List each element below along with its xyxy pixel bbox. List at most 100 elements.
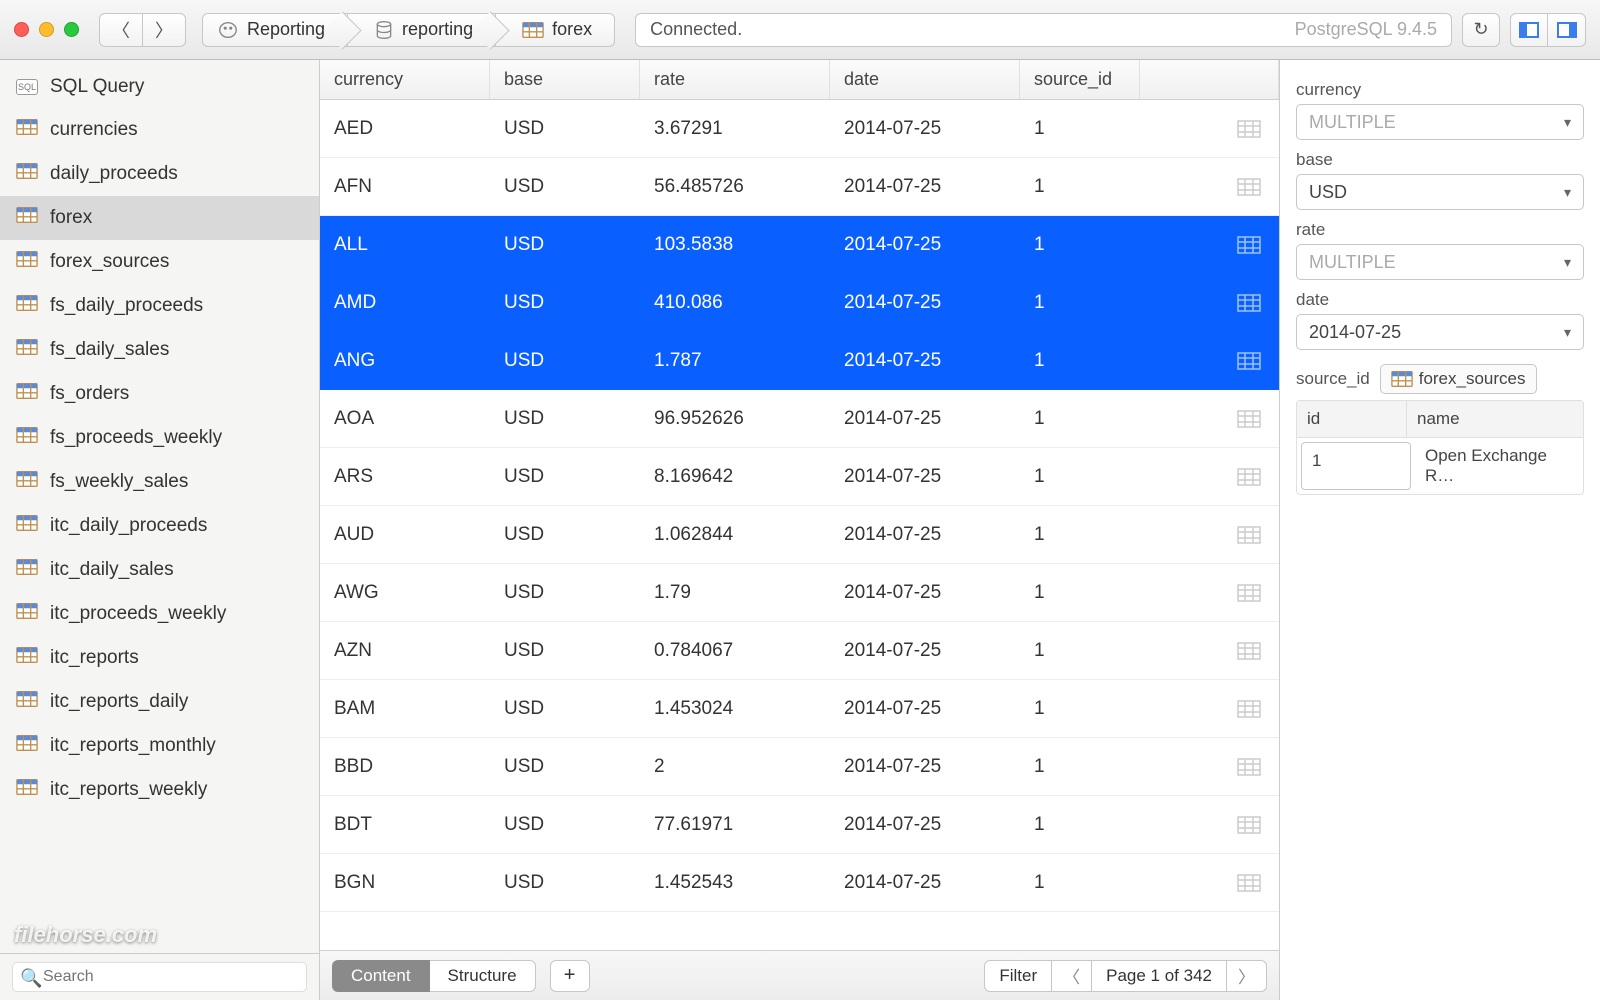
page-indicator[interactable]: Page 1 of 342 [1092,960,1227,992]
sidebar-item-itc_proceeds_weekly[interactable]: itc_proceeds_weekly [0,592,319,636]
table-row[interactable]: AOA USD 96.952626 2014-07-25 1 [320,390,1279,448]
inspector-rate-value: MULTIPLE [1309,252,1396,273]
row-detail-icon[interactable] [1140,448,1279,505]
sidebar-item-fs_proceeds_weekly[interactable]: fs_proceeds_weekly [0,416,319,460]
prev-page-button[interactable]: 〈 [1052,960,1092,992]
row-detail-icon[interactable] [1140,100,1279,157]
sidebar-item-forex_sources[interactable]: forex_sources [0,240,319,284]
sidebar-item-label: itc_reports_weekly [50,779,207,801]
cell-rate: 2 [640,738,830,795]
next-page-button[interactable]: 〉 [1227,960,1267,992]
row-detail-icon[interactable] [1140,564,1279,621]
tab-content[interactable]: Content [332,960,430,992]
search-input[interactable] [12,962,307,992]
breadcrumb-table[interactable]: forex [496,13,615,47]
row-detail-icon[interactable] [1140,796,1279,853]
close-window-button[interactable] [14,22,29,37]
table-row[interactable]: BBD USD 2 2014-07-25 1 [320,738,1279,796]
add-row-button[interactable]: + [550,960,590,992]
back-button[interactable]: 〈 [99,13,142,47]
column-header-source[interactable]: source_id [1020,60,1140,99]
row-detail-icon[interactable] [1140,390,1279,447]
inspector-rate-select[interactable]: MULTIPLE ▾ [1296,244,1584,280]
table-row[interactable]: BDT USD 77.61971 2014-07-25 1 [320,796,1279,854]
row-detail-icon[interactable] [1140,622,1279,679]
status-text: Connected. [650,19,742,40]
inspector-date-select[interactable]: 2014-07-25 ▾ [1296,314,1584,350]
inspector-source-table-header: id name [1297,401,1583,438]
sidebar-item-fs_weekly_sales[interactable]: fs_weekly_sales [0,460,319,504]
inspector-source-row[interactable]: 1 Open Exchange R… [1297,438,1583,494]
breadcrumb-server[interactable]: Reporting [202,13,348,47]
column-header-date[interactable]: date [830,60,1020,99]
breadcrumb-database[interactable]: reporting [348,13,496,47]
table-row[interactable]: ALL USD 103.5838 2014-07-25 1 [320,216,1279,274]
zoom-window-button[interactable] [64,22,79,37]
data-grid: currency base rate date source_id AED US… [320,60,1279,950]
row-detail-icon[interactable] [1140,158,1279,215]
sidebar-item-fs_daily_sales[interactable]: fs_daily_sales [0,328,319,372]
row-detail-icon[interactable] [1140,274,1279,331]
cell-date: 2014-07-25 [830,216,1020,273]
table-row[interactable]: BAM USD 1.453024 2014-07-25 1 [320,680,1279,738]
cell-base: USD [490,448,640,505]
table-row[interactable]: ANG USD 1.787 2014-07-25 1 [320,332,1279,390]
sidebar-item-itc_reports_weekly[interactable]: itc_reports_weekly [0,768,319,812]
table-row[interactable]: AFN USD 56.485726 2014-07-25 1 [320,158,1279,216]
sidebar-item-fs_daily_proceeds[interactable]: fs_daily_proceeds [0,284,319,328]
sidebar-item-daily_proceeds[interactable]: daily_proceeds [0,152,319,196]
filter-button[interactable]: Filter [984,960,1052,992]
table-row[interactable]: AED USD 3.67291 2014-07-25 1 [320,100,1279,158]
table-row[interactable]: AWG USD 1.79 2014-07-25 1 [320,564,1279,622]
tab-structure[interactable]: Structure [430,960,536,992]
sidebar-item-itc_reports_monthly[interactable]: itc_reports_monthly [0,724,319,768]
database-icon [374,20,394,40]
cell-base: USD [490,216,640,273]
row-detail-icon[interactable] [1140,738,1279,795]
cell-source: 1 [1020,738,1140,795]
cell-source: 1 [1020,564,1140,621]
search-icon: 🔍 [20,968,42,989]
inspector-panel: currency MULTIPLE ▾ base USD ▾ rate MULT… [1280,60,1600,1000]
inspector-currency-select[interactable]: MULTIPLE ▾ [1296,104,1584,140]
minimize-window-button[interactable] [39,22,54,37]
sidebar-item-itc_daily_sales[interactable]: itc_daily_sales [0,548,319,592]
inspector-source-col-id[interactable]: id [1297,401,1407,437]
cell-currency: BGN [320,854,490,911]
column-header-currency[interactable]: currency [320,60,490,99]
cell-source: 1 [1020,158,1140,215]
row-detail-icon[interactable] [1140,680,1279,737]
toggle-left-panel-button[interactable] [1510,13,1548,47]
table-row[interactable]: AZN USD 0.784067 2014-07-25 1 [320,622,1279,680]
inspector-base-select[interactable]: USD ▾ [1296,174,1584,210]
table-row[interactable]: AMD USD 410.086 2014-07-25 1 [320,274,1279,332]
column-header-base[interactable]: base [490,60,640,99]
sidebar-item-itc_daily_proceeds[interactable]: itc_daily_proceeds [0,504,319,548]
cell-base: USD [490,796,640,853]
inspector-source-col-name[interactable]: name [1407,401,1583,437]
row-detail-icon[interactable] [1140,506,1279,563]
table-row[interactable]: AUD USD 1.062844 2014-07-25 1 [320,506,1279,564]
cell-base: USD [490,680,640,737]
forward-button[interactable]: 〉 [142,13,186,47]
row-detail-icon[interactable] [1140,854,1279,911]
table-row[interactable]: BGN USD 1.452543 2014-07-25 1 [320,854,1279,912]
sidebar-item-label: itc_reports_monthly [50,735,216,757]
row-detail-icon[interactable] [1140,332,1279,389]
table-icon [16,778,38,802]
toggle-right-panel-button[interactable] [1548,13,1586,47]
table-icon [16,602,38,626]
inspector-source-cell-id: 1 [1301,442,1411,490]
table-row[interactable]: ARS USD 8.169642 2014-07-25 1 [320,448,1279,506]
sidebar-item-fs_orders[interactable]: fs_orders [0,372,319,416]
sidebar-item-itc_reports_daily[interactable]: itc_reports_daily [0,680,319,724]
column-header-rate[interactable]: rate [640,60,830,99]
sidebar-item-label: fs_orders [50,383,129,405]
sidebar-sql-query[interactable]: SQL SQL Query [0,66,319,108]
refresh-button[interactable]: ↻ [1462,13,1500,47]
sidebar-item-currencies[interactable]: currencies [0,108,319,152]
row-detail-icon[interactable] [1140,216,1279,273]
sidebar-item-forex[interactable]: forex [0,196,319,240]
sidebar-item-itc_reports[interactable]: itc_reports [0,636,319,680]
inspector-source-chip[interactable]: forex_sources [1380,364,1537,394]
